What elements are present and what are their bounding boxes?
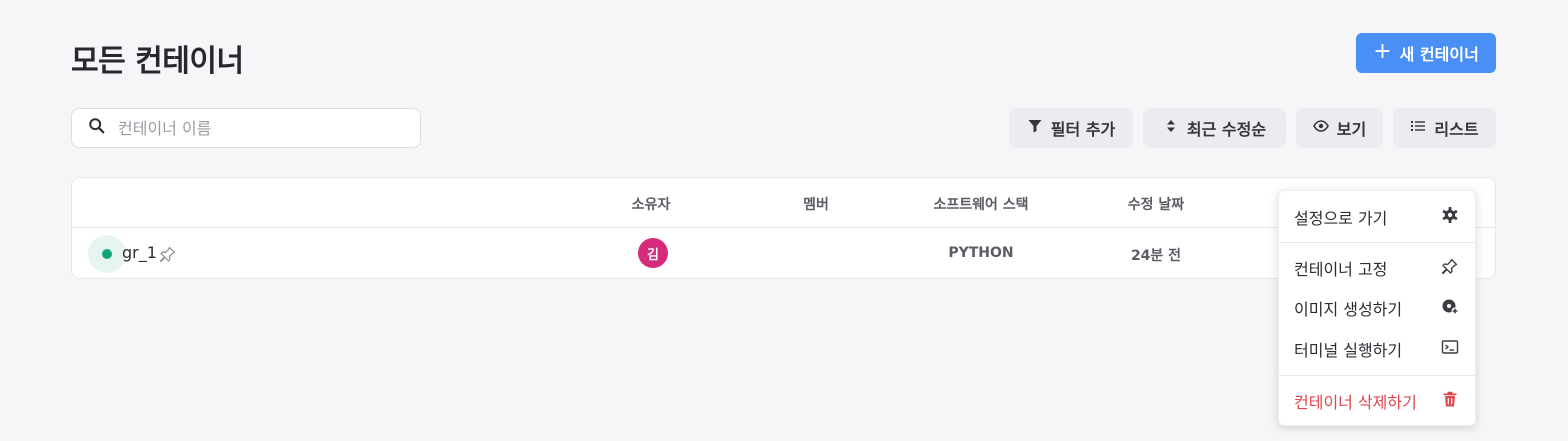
menu-item-label: 컨테이너 삭제하기 [1294, 393, 1417, 412]
pin-icon[interactable] [159, 245, 177, 263]
filter-icon [1027, 118, 1043, 138]
menu-item-open-terminal[interactable]: 터미널 실행하기 [1279, 331, 1475, 367]
column-members[interactable]: 멤버 [803, 194, 829, 214]
plus-icon: + [1373, 39, 1392, 64]
disc-plus-icon [1441, 297, 1459, 319]
gear-icon [1441, 206, 1459, 228]
container-name[interactable]: gr_1 [122, 243, 157, 262]
page-title: 모든 컨테이너 [71, 44, 244, 79]
add-filter-button[interactable]: 필터 추가 [1009, 108, 1133, 148]
menu-item-create-image[interactable]: 이미지 생성하기 [1279, 290, 1475, 326]
menu-item-label: 터미널 실행하기 [1294, 341, 1403, 360]
sort-button[interactable]: 최근 수정순 [1143, 108, 1286, 148]
trash-icon [1441, 390, 1459, 412]
new-container-label: 새 컨테이너 [1399, 45, 1479, 64]
sort-label: 최근 수정순 [1186, 120, 1267, 139]
menu-item-label: 컨테이너 고정 [1294, 260, 1388, 279]
eye-icon [1312, 118, 1329, 138]
list-icon [1410, 118, 1426, 138]
status-dot [102, 249, 112, 259]
sort-icon [1163, 118, 1179, 138]
terminal-icon [1441, 338, 1459, 360]
column-software-stack[interactable]: 소프트웨어 스택 [933, 194, 1028, 214]
menu-item-label: 이미지 생성하기 [1294, 300, 1403, 319]
list-button[interactable]: 리스트 [1393, 108, 1496, 148]
view-button[interactable]: 보기 [1296, 108, 1383, 148]
view-label: 보기 [1336, 120, 1367, 139]
menu-divider [1279, 375, 1475, 376]
menu-divider [1279, 242, 1475, 243]
list-label: 리스트 [1434, 120, 1479, 139]
menu-item-go-to-settings[interactable]: 설정으로 가기 [1279, 199, 1475, 235]
menu-item-delete-container[interactable]: 컨테이너 삭제하기 [1279, 383, 1475, 419]
modified-date-cell: 24분 전 [1130, 248, 1182, 264]
context-menu: 설정으로 가기 컨테이너 고정 이미지 생성하기 터미널 실행하기 컨테이너 삭… [1278, 190, 1476, 426]
pin-icon [1441, 257, 1459, 279]
search-input[interactable] [118, 118, 398, 138]
new-container-button[interactable]: + 새 컨테이너 [1356, 33, 1496, 73]
add-filter-label: 필터 추가 [1050, 120, 1116, 139]
column-owner[interactable]: 소유자 [632, 194, 671, 214]
search-icon [88, 117, 106, 139]
menu-item-label: 설정으로 가기 [1294, 209, 1388, 228]
software-stack-cell: PYTHON [948, 245, 1014, 261]
owner-avatar[interactable]: 김 [638, 238, 668, 268]
menu-item-pin-container[interactable]: 컨테이너 고정 [1279, 250, 1475, 286]
status-indicator [88, 235, 126, 273]
search-box[interactable] [71, 108, 421, 148]
column-modified-date[interactable]: 수정 날짜 [1128, 194, 1184, 214]
